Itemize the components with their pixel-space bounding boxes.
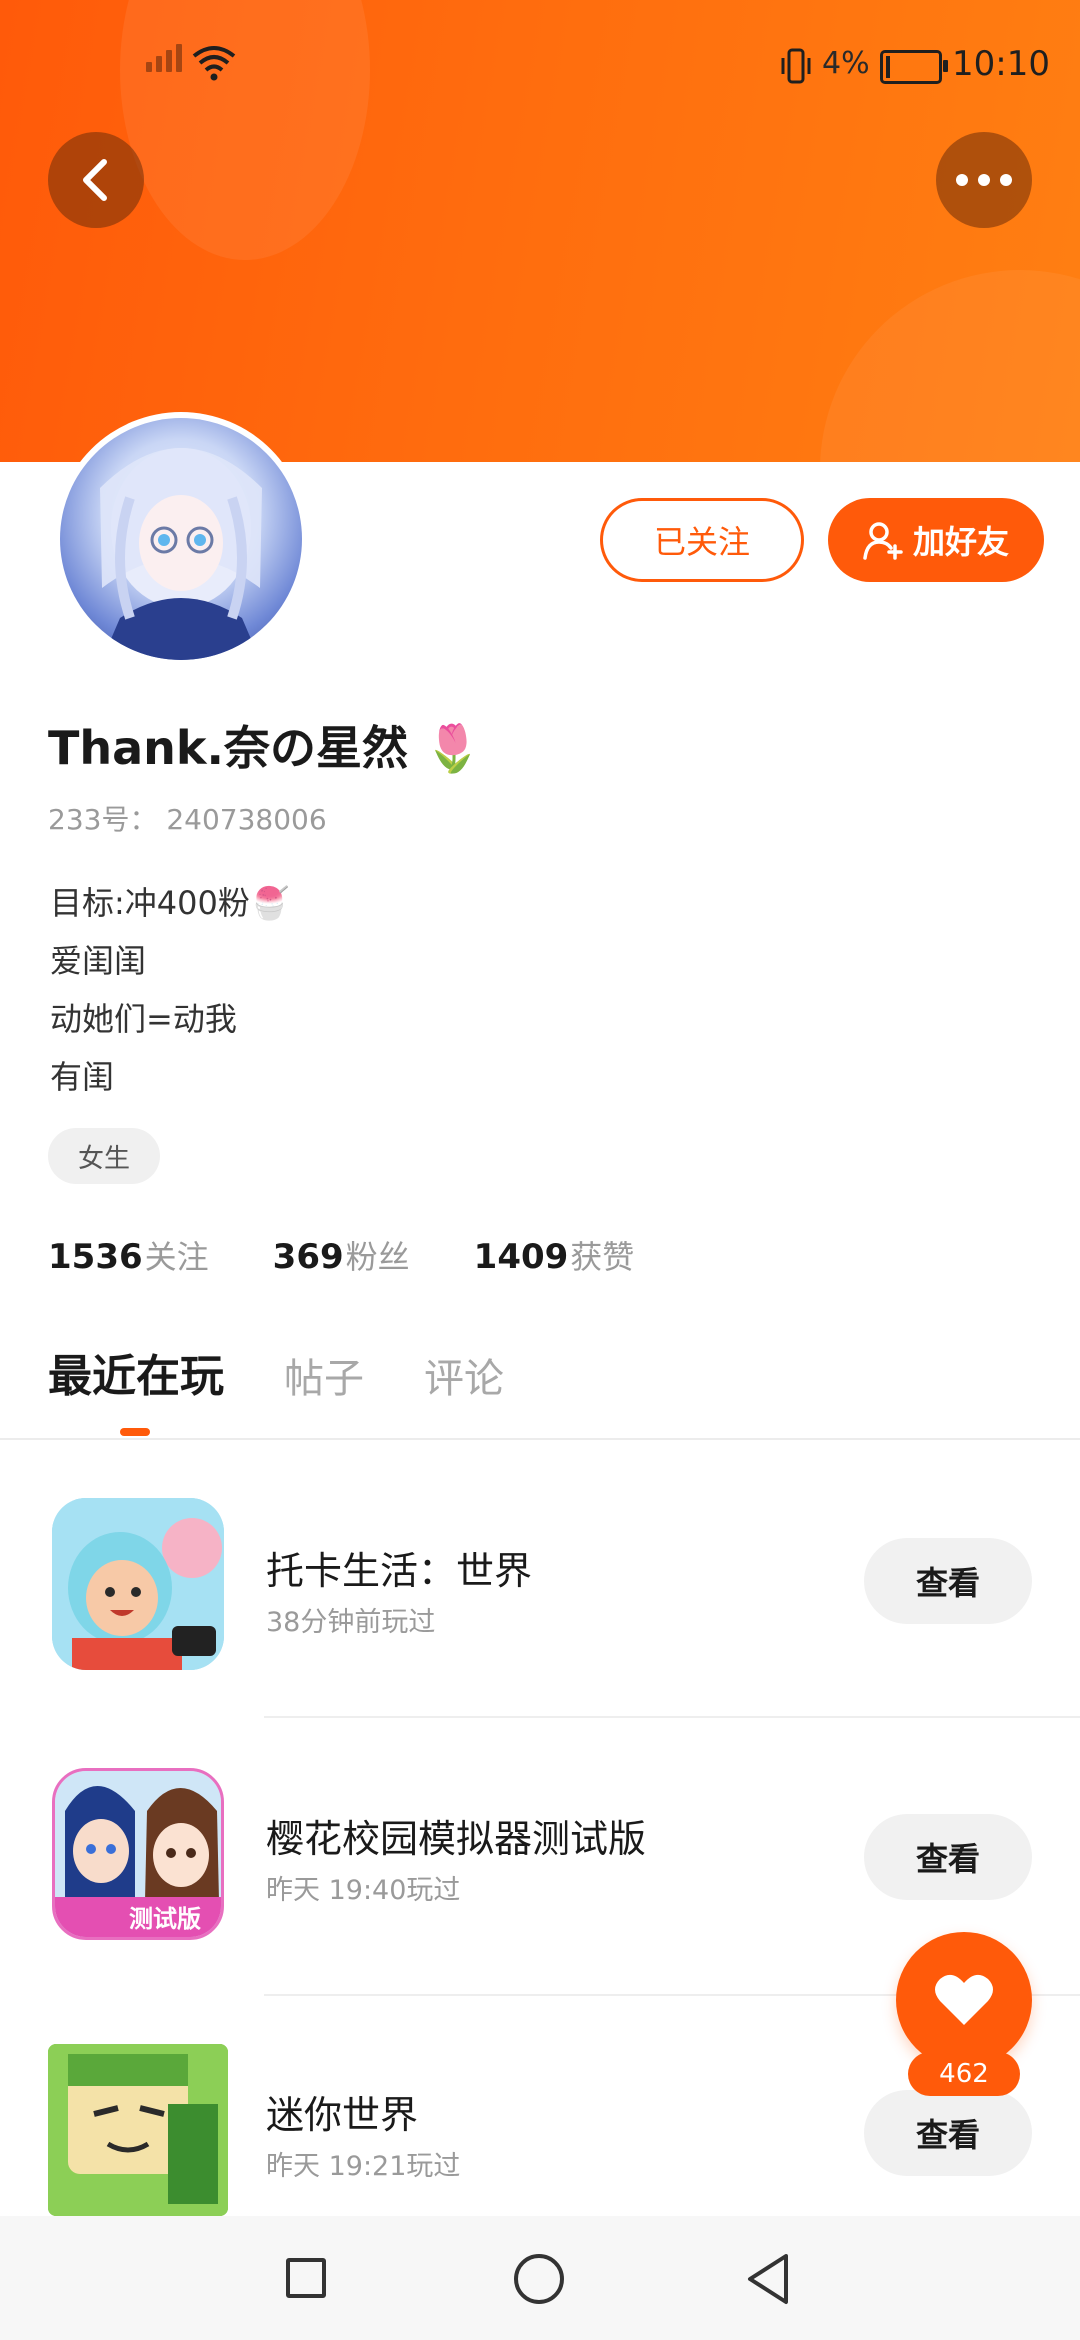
clock: 10:10 xyxy=(952,44,1050,84)
gender-tag: 女生 xyxy=(48,1128,161,1184)
home-button[interactable] xyxy=(514,2254,564,2304)
username-text: Thank.奈の星然 xyxy=(48,721,408,775)
view-button[interactable]: 查看 xyxy=(864,1814,1032,1900)
tab-posts[interactable]: 帖子 xyxy=(284,1346,364,1404)
chevron-left-icon xyxy=(83,159,107,201)
profile-tabs: 最近在玩 帖子 评论 xyxy=(48,1340,504,1404)
add-user-icon xyxy=(863,522,903,560)
followers-stat[interactable]: 369粉丝 xyxy=(273,1232,410,1278)
like-count-badge: 462 xyxy=(908,2052,1020,2096)
signal-icon xyxy=(146,44,182,72)
tab-comments[interactable]: 评论 xyxy=(424,1346,504,1404)
banner-decoration xyxy=(820,270,1080,462)
profile-stats: 1536关注 369粉丝 1409获赞 xyxy=(48,1232,634,1278)
tulip-emoji: 🌷 xyxy=(424,721,482,775)
followed-button[interactable]: 已关注 xyxy=(600,498,804,582)
game-title: 迷你世界 xyxy=(266,2093,419,2137)
list-item[interactable]: 托卡生活：世界 38分钟前玩过 查看 xyxy=(0,1490,1080,1690)
likes-stat: 1409获赞 xyxy=(473,1237,635,1277)
bio-line: 爱闺闺 xyxy=(50,942,147,980)
game-title: 樱花校园模拟器测试版 xyxy=(266,1817,647,1861)
game-title: 托卡生活：世界 xyxy=(266,1549,533,1593)
bio-line: 目标:冲400粉🍧 xyxy=(50,884,290,922)
divider xyxy=(264,1716,1080,1718)
add-friend-label: 加好友 xyxy=(912,523,1009,561)
bio-line: 有闺 xyxy=(50,1058,115,1096)
list-item[interactable]: 测试版 樱花校园模拟器测试版 昨天 19:40玩过 查看 xyxy=(0,1768,1080,1968)
divider xyxy=(0,1438,1080,1440)
tab-indicator xyxy=(120,1428,150,1436)
add-friend-button[interactable]: 加好友 xyxy=(828,498,1044,582)
battery-icon xyxy=(880,50,948,84)
system-nav-bar xyxy=(0,2216,1080,2340)
game-last-played: 昨天 19:40玩过 xyxy=(266,1875,461,1906)
game-badge: 测试版 xyxy=(129,1905,201,1933)
recents-button[interactable] xyxy=(286,2258,326,2298)
like-fab[interactable] xyxy=(896,1932,1032,2068)
view-button[interactable]: 查看 xyxy=(864,1538,1032,1624)
bio-line: 动她们=动我 xyxy=(50,1000,237,1038)
heart-icon xyxy=(935,1974,993,2025)
more-dots-icon xyxy=(956,174,1012,186)
status-bar: 4% 10:10 xyxy=(0,0,1080,130)
game-icon: 测试版 xyxy=(52,1768,224,1940)
back-triangle-icon[interactable] xyxy=(744,2252,792,2306)
game-last-played: 38分钟前玩过 xyxy=(266,1607,436,1638)
more-button[interactable] xyxy=(936,132,1032,228)
back-button[interactable] xyxy=(48,132,144,228)
wifi-icon xyxy=(192,46,236,81)
avatar[interactable] xyxy=(54,412,308,666)
battery-percent: 4% xyxy=(822,46,870,81)
game-icon xyxy=(48,2044,228,2216)
game-icon xyxy=(52,1498,224,1670)
avatar-image xyxy=(60,418,302,660)
vibrate-icon xyxy=(781,48,811,84)
username: Thank.奈の星然 🌷 xyxy=(48,712,481,778)
game-last-played: 昨天 19:21玩过 xyxy=(266,2151,461,2182)
tab-recently-played[interactable]: 最近在玩 xyxy=(48,1340,224,1404)
view-button[interactable]: 查看 xyxy=(864,2090,1032,2176)
user-id: 233号： 240738006 xyxy=(48,803,327,836)
following-stat[interactable]: 1536关注 xyxy=(48,1232,209,1278)
